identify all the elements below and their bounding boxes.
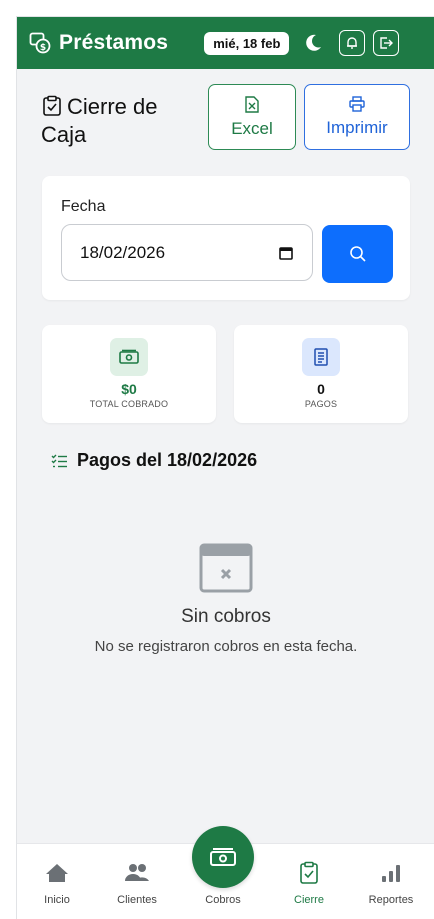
logout-icon xyxy=(380,37,394,49)
top-header: $ Préstamos mié, 18 feb xyxy=(17,17,434,69)
excel-label: Excel xyxy=(231,118,273,138)
nav-label-clientes: Clientes xyxy=(117,894,157,906)
list-check-icon xyxy=(51,454,67,467)
clipboard-check-icon xyxy=(41,95,63,117)
cash-register-icon: $ xyxy=(29,32,51,54)
payments-count-label: PAGOS xyxy=(304,399,338,409)
calendar-x-icon xyxy=(199,543,253,593)
empty-text: No se registraron cobros en esta fecha. xyxy=(94,638,358,655)
receipt-icon xyxy=(302,338,340,376)
payments-heading-text: Pagos del 18/02/2026 xyxy=(77,450,258,470)
file-excel-icon xyxy=(245,95,259,113)
date-filter-card: Fecha 18/02/2026 xyxy=(42,176,410,300)
calendar-icon[interactable] xyxy=(278,245,294,261)
users-icon xyxy=(124,859,150,887)
search-button[interactable] xyxy=(322,225,393,283)
bell-icon xyxy=(347,37,358,49)
date-badge: mié, 18 feb xyxy=(204,31,290,55)
payments-heading: Pagos del 18/02/2026 xyxy=(51,450,257,471)
payments-count-value: 0 xyxy=(317,381,325,397)
notifications-button[interactable] xyxy=(339,30,366,56)
date-label: Fecha xyxy=(61,198,106,215)
empty-state: Sin cobros No se registraron cobros en e… xyxy=(17,539,434,655)
total-collected-label: TOTAL COBRADO xyxy=(89,399,169,409)
brand[interactable]: $ Préstamos xyxy=(29,31,168,55)
date-value: 18/02/2026 xyxy=(80,242,166,262)
app-title: Préstamos xyxy=(59,31,169,54)
total-collected-card: $0 TOTAL COBRADO xyxy=(42,325,216,423)
moon-icon[interactable] xyxy=(303,32,325,54)
total-collected-value: $0 xyxy=(121,381,137,397)
cash-icon xyxy=(110,338,148,376)
date-input[interactable]: 18/02/2026 xyxy=(61,224,313,281)
nav-label-cobros: Cobros xyxy=(205,894,241,906)
nav-item-cierre[interactable]: Cierre xyxy=(269,844,349,919)
nav-item-inicio[interactable]: Inicio xyxy=(17,844,97,919)
empty-title: Sin cobros xyxy=(181,606,271,627)
nav-label-inicio: Inicio xyxy=(44,894,70,906)
cash-icon xyxy=(210,848,236,866)
nav-label-cierre: Cierre xyxy=(294,894,324,906)
print-button[interactable]: Imprimir xyxy=(304,84,410,150)
nav-label-reportes: Reportes xyxy=(368,894,414,906)
printer-icon xyxy=(349,96,365,112)
payments-count-card: 0 PAGOS xyxy=(234,325,408,423)
print-label: Imprimir xyxy=(326,118,388,137)
app-frame: $ Préstamos mié, 18 feb Cierre de Caja E… xyxy=(16,16,434,919)
svg-text:$: $ xyxy=(40,43,46,53)
nav-item-reportes[interactable]: Reportes xyxy=(351,844,431,919)
page-title: Cierre de Caja xyxy=(41,93,191,149)
bar-chart-icon xyxy=(381,859,401,887)
title-row: Cierre de Caja Excel Imprimir xyxy=(41,84,421,163)
nav-item-cobros[interactable] xyxy=(192,826,254,888)
bottom-nav: Inicio Clientes Cobros Cierre Reportes xyxy=(17,826,434,919)
clipboard-check-icon xyxy=(299,859,319,887)
home-icon xyxy=(45,859,69,887)
search-icon xyxy=(349,246,366,262)
logout-button[interactable] xyxy=(373,30,400,56)
nav-item-clientes[interactable]: Clientes xyxy=(97,844,177,919)
export-excel-button[interactable]: Excel xyxy=(208,84,296,150)
